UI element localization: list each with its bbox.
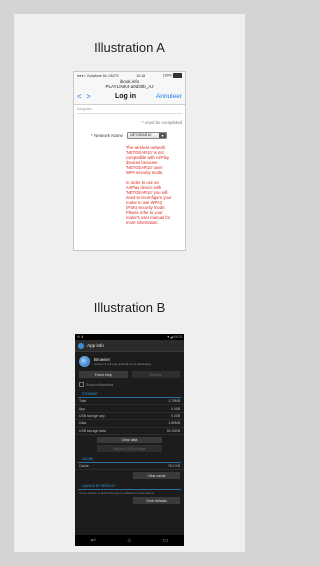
error-text-1: The wireless network 'NETGEAR10' is not … bbox=[126, 144, 170, 176]
clear-cache-button[interactable]: Clear cache bbox=[133, 472, 180, 479]
manual-page: Illustration A ●●●○ Vodafone NL UMTS 15:… bbox=[14, 14, 245, 552]
browser-app-icon bbox=[79, 356, 90, 367]
move-to-usb-button[interactable]: Move to USB storage bbox=[97, 445, 162, 452]
network-name-select[interactable]: NETGEAR10 ▾ bbox=[127, 131, 167, 139]
launch-default-note: You've chosen to launch this app by defa… bbox=[79, 490, 155, 495]
show-notifications-checkbox[interactable]: Show notifications bbox=[75, 380, 184, 389]
clock-label: 15:18 bbox=[136, 73, 146, 78]
disable-button[interactable]: Disable bbox=[131, 371, 180, 378]
show-notifications-label: Show notifications bbox=[86, 382, 114, 387]
storage-row: Total 1.75MB bbox=[75, 398, 184, 406]
clear-defaults-button[interactable]: Clear defaults bbox=[133, 497, 180, 504]
app-header: Browser version 4.4.4-eng android-4.4.4-… bbox=[75, 352, 184, 369]
ios-screenshot: ●●●○ Vodafone NL UMTS 15:18 100% ibook.i… bbox=[74, 72, 185, 250]
status-right: ▼◢ 15:23 bbox=[166, 335, 182, 339]
section-label: Navigation bbox=[77, 107, 182, 114]
cache-header: CACHE bbox=[78, 454, 181, 463]
storage-header: STORAGE bbox=[78, 389, 181, 398]
android-nav-bar: ↩ ⌂ ▭ bbox=[75, 535, 184, 546]
page-title: Log in bbox=[114, 93, 136, 101]
recent-apps-icon[interactable]: ▭ bbox=[163, 537, 169, 544]
error-message: The wireless network 'NETGEAR10' is not … bbox=[126, 145, 172, 226]
settings-icon bbox=[78, 342, 84, 349]
storage-row: USB storage app 0.00B bbox=[75, 413, 184, 421]
error-text-2: In order to use an AirPlay device with '… bbox=[126, 180, 172, 226]
battery-icon bbox=[173, 73, 182, 78]
android-action-bar[interactable]: App info bbox=[75, 340, 184, 352]
cache-row: Cache 76.0 KB bbox=[75, 463, 184, 471]
battery-label: 100% bbox=[163, 73, 182, 78]
back-icon[interactable]: ↩ bbox=[91, 537, 96, 544]
carrier-label: ●●●○ Vodafone NL UMTS bbox=[77, 73, 119, 78]
clear-data-button[interactable]: Clear data bbox=[97, 436, 162, 444]
ios-url-bar[interactable]: ibook.info PLAYLINK4-a0d30b_AJ bbox=[74, 79, 185, 90]
ios-status-bar: ●●●○ Vodafone NL UMTS 15:18 100% bbox=[74, 72, 185, 79]
force-stop-button[interactable]: Force stop bbox=[79, 371, 128, 378]
network-row: * Network Name NETGEAR10 ▾ bbox=[77, 131, 182, 139]
app-version: version 4.4.4-eng android-4.4.4-userdebu… bbox=[94, 362, 151, 366]
chevron-down-icon: ▾ bbox=[159, 132, 166, 138]
launch-default-header: LAUNCH BY DEFAULT bbox=[78, 481, 181, 490]
checkbox-icon bbox=[79, 382, 84, 387]
caption-illustration-a: Illustration A bbox=[94, 40, 165, 55]
home-icon[interactable]: ⌂ bbox=[127, 538, 131, 544]
forward-arrow-icon[interactable]: > bbox=[86, 92, 95, 101]
action-title: App info bbox=[87, 343, 104, 348]
back-arrow-icon[interactable]: < bbox=[77, 92, 86, 101]
network-name-value: NETGEAR10 bbox=[130, 133, 152, 138]
app-buttons: Force stop Disable bbox=[75, 369, 184, 380]
android-screenshot: ✉ ⬇ ▼◢ 15:23 App info Browser version 4.… bbox=[75, 334, 184, 546]
notification-icons: ✉ ⬇ bbox=[77, 335, 84, 339]
network-name-label: * Network Name bbox=[91, 132, 123, 138]
required-note: * must be completed bbox=[141, 119, 182, 125]
ios-form: Navigation * must be completed * Network… bbox=[74, 105, 185, 233]
storage-row: App 0.00B bbox=[75, 405, 184, 413]
ios-nav-bar: < > Log in Annuleer bbox=[74, 89, 185, 105]
storage-row: Data 1.85MB bbox=[75, 420, 184, 428]
caption-illustration-b: Illustration B bbox=[93, 300, 166, 315]
storage-row: USB storage data 80.00KB bbox=[75, 428, 184, 435]
cancel-button[interactable]: Annuleer bbox=[156, 93, 182, 100]
